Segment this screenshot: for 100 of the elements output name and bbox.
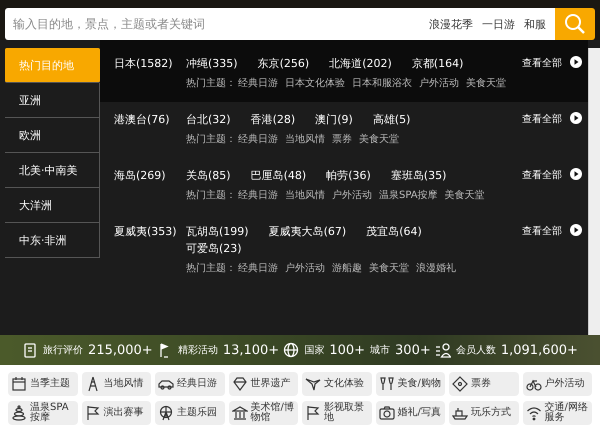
category-button[interactable]: 主题乐园 <box>155 401 224 425</box>
theme-link[interactable]: 票券 <box>332 132 352 146</box>
theme-link[interactable]: 经典日游 <box>238 132 278 146</box>
theme-link[interactable]: 经典日游 <box>238 261 278 275</box>
flag-icon <box>305 405 321 421</box>
category-button[interactable]: 当地风情 <box>82 372 151 396</box>
destination-link[interactable]: 塞班岛(35) <box>390 168 446 183</box>
play-circle-icon <box>570 224 582 236</box>
destination-link[interactable]: 巴厘岛(48) <box>250 168 306 183</box>
category-button[interactable]: 经典日游 <box>155 372 224 396</box>
hot-keyword-link[interactable]: 浪漫花季 <box>429 16 473 32</box>
theme-link[interactable]: 户外活动 <box>332 188 372 202</box>
destination-link[interactable]: 高雄(5) <box>372 112 410 127</box>
destination-link[interactable]: 北海道(202) <box>329 56 392 71</box>
region-tab[interactable]: 欧洲 <box>5 118 100 153</box>
stat-label: 精彩活动 <box>178 344 218 357</box>
destination-link[interactable]: 澳门(9) <box>315 112 353 127</box>
category-button[interactable]: 温泉SPA按摩 <box>8 401 78 425</box>
theme-link[interactable]: 美食天堂 <box>466 76 506 90</box>
region-link[interactable]: 海岛(269) <box>114 168 186 183</box>
theme-link[interactable]: 美食天堂 <box>444 188 485 202</box>
category-button[interactable]: 交通/网络服务 <box>522 401 592 425</box>
members-icon <box>434 342 451 358</box>
theme-link[interactable]: 经典日游 <box>238 188 278 202</box>
region-link[interactable]: 日本(1582) <box>114 56 186 71</box>
flag-icon <box>84 405 100 421</box>
diamond-icon <box>232 376 248 392</box>
destination-link[interactable]: 瓦胡岛(199) <box>186 224 249 239</box>
search-button[interactable] <box>555 8 595 40</box>
themes-label: 热门主题： <box>186 132 236 146</box>
view-all-link[interactable]: 查看全部 <box>522 56 562 70</box>
hot-keyword-link[interactable]: 一日游 <box>482 16 515 32</box>
stat-label: 城市 <box>370 344 390 357</box>
wine-glasses-icon <box>378 376 394 392</box>
destination-link[interactable]: 冲绳(335) <box>186 56 238 71</box>
themes-label: 热门主题： <box>186 262 236 275</box>
category-button[interactable]: 当季主题 <box>8 372 78 396</box>
theme-link[interactable]: 日本文化体验 <box>285 76 345 90</box>
category-button[interactable]: 演出赛事 <box>82 401 151 425</box>
category-button[interactable]: 婚礼/写真 <box>376 401 445 425</box>
destination-link[interactable]: 夏威夷大岛(67) <box>268 224 346 239</box>
destination-link[interactable]: 东京(256) <box>258 56 310 71</box>
stat-value: 215,000+ <box>88 342 153 358</box>
view-all-link[interactable]: 查看全部 <box>522 112 562 126</box>
stat-value: 300+ <box>395 342 431 358</box>
category-button[interactable]: 玩乐方式 <box>449 401 518 425</box>
search-icon <box>564 13 586 35</box>
museum-icon <box>232 405 248 421</box>
play-circle-icon <box>570 112 582 124</box>
region-tab[interactable]: 大洋洲 <box>5 188 100 223</box>
destination-link[interactable]: 可爱岛(23) <box>186 241 242 256</box>
category-button[interactable]: 文化体验 <box>302 372 372 396</box>
stat-label: 旅行评价 <box>43 344 84 357</box>
region-tab[interactable]: 中东·非洲 <box>5 223 100 258</box>
theme-link[interactable]: 日本和服浴衣 <box>352 76 412 90</box>
wifi-icon <box>526 405 542 421</box>
clipboard-icon <box>22 342 38 358</box>
destination-link[interactable]: 香港(28) <box>250 112 296 127</box>
category-button[interactable]: 世界遗产 <box>228 372 298 396</box>
region-tab[interactable]: 北美·中南美 <box>5 153 100 188</box>
play-circle-icon <box>570 168 582 180</box>
calendar-icon <box>11 376 27 392</box>
stat-label: 国家 <box>304 344 324 357</box>
theme-link[interactable]: 户外活动 <box>285 261 325 275</box>
bird-icon <box>305 376 321 392</box>
globe-icon <box>283 342 300 358</box>
stat-value: 13,100+ <box>222 342 280 358</box>
region-link[interactable]: 夏威夷(353) <box>114 224 186 239</box>
theme-link[interactable]: 浪漫婚礼 <box>416 261 456 275</box>
theme-link[interactable]: 美食天堂 <box>359 132 399 146</box>
destination-link[interactable]: 京都(164) <box>412 56 464 71</box>
destination-link[interactable]: 帕劳(36) <box>326 168 371 183</box>
theme-link[interactable]: 温泉SPA按摩 <box>379 188 438 202</box>
play-circle-icon <box>570 56 582 68</box>
destination-link[interactable]: 茂宜岛(64) <box>366 224 422 239</box>
stat-value: 1,091,600+ <box>500 342 578 358</box>
ticket-icon <box>452 376 468 392</box>
region-link[interactable]: 港澳台(76) <box>114 112 186 127</box>
category-button[interactable]: 票券 <box>449 372 518 396</box>
search-input[interactable]: 输入目的地，景点，主题或者关键词 <box>5 9 429 39</box>
camera-icon <box>378 405 394 421</box>
destination-link[interactable]: 台北(32) <box>186 112 231 127</box>
view-all-link[interactable]: 查看全部 <box>522 224 562 238</box>
scrollbar[interactable] <box>588 48 600 335</box>
theme-link[interactable]: 当地风情 <box>285 132 325 146</box>
theme-link[interactable]: 游船趣 <box>332 261 362 275</box>
theme-link[interactable]: 美食天堂 <box>369 261 409 275</box>
theme-link[interactable]: 户外活动 <box>419 76 459 90</box>
ship-icon <box>452 405 468 421</box>
category-button[interactable]: 美食/购物 <box>376 372 445 396</box>
theme-link[interactable]: 经典日游 <box>238 76 278 90</box>
ferris-wheel-icon <box>158 405 174 421</box>
category-button[interactable]: 美术馆/博物馆 <box>228 401 298 425</box>
hot-keyword-link[interactable]: 和服 <box>524 16 546 32</box>
destination-link[interactable]: 关岛(85) <box>186 168 231 183</box>
theme-link[interactable]: 当地风情 <box>285 188 325 202</box>
stat-label: 会员人数 <box>456 344 496 357</box>
view-all-link[interactable]: 查看全部 <box>522 168 562 182</box>
category-button[interactable]: 影视取景地 <box>302 401 372 425</box>
category-button[interactable]: 户外活动 <box>522 372 592 396</box>
